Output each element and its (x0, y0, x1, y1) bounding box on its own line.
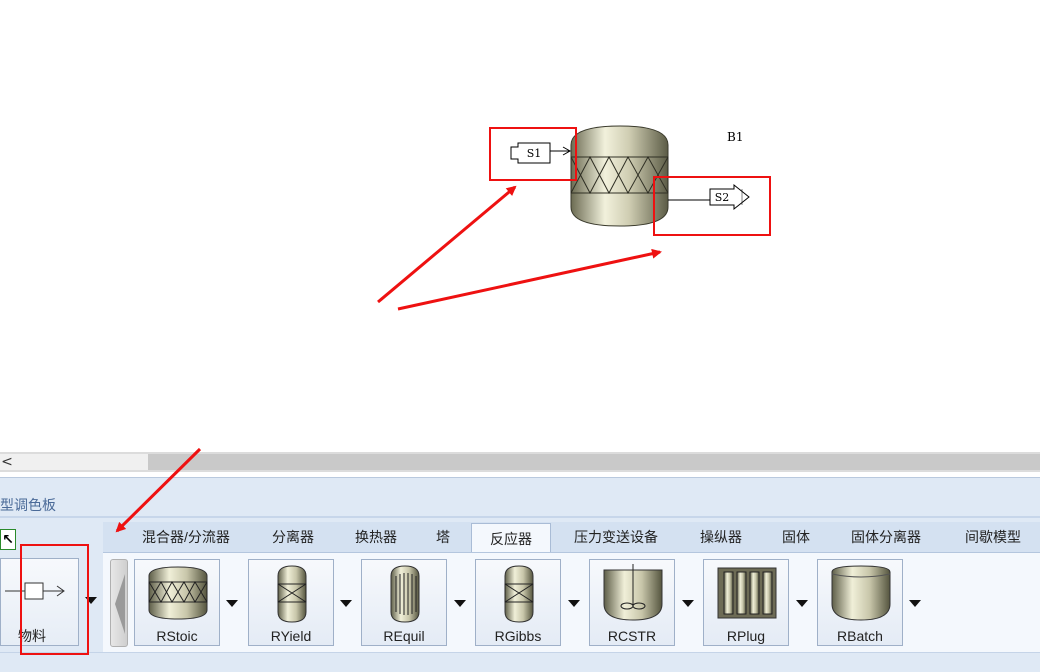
rbatch-button[interactable]: RBatch (817, 559, 903, 646)
requil-dropdown-icon[interactable] (454, 600, 466, 607)
palette-tabs: 混合器/分流器 分离器 换热器 塔 反应器 压力变送设备 操纵器 固体 固体分离… (103, 522, 1040, 553)
rcstr-label: RCSTR (607, 628, 657, 644)
pointer-select-icon[interactable]: ↖ (0, 529, 16, 550)
requil-label: REquil (383, 628, 425, 644)
rcstr-reactor-icon (603, 564, 663, 621)
palette-divider (0, 516, 1040, 518)
tab-columns[interactable]: 塔 (425, 522, 461, 552)
tab-manipulators[interactable]: 操纵器 (689, 522, 753, 552)
rgibbs-button[interactable]: RGibbs (475, 559, 561, 646)
model-palette: 模型调色板 ↖ 物料 混合器/分流器 分离器 换热器 塔 反应器 压力变送设备 … (0, 477, 1040, 672)
palette-scroll-left-button[interactable] (110, 559, 128, 647)
rstoic-button[interactable]: RStoic (134, 559, 220, 646)
tab-reactors[interactable]: 反应器 (471, 523, 551, 553)
ryield-dropdown-icon[interactable] (340, 600, 352, 607)
tab-pressure-changers[interactable]: 压力变送设备 (563, 522, 669, 552)
tab-exchangers[interactable]: 换热器 (344, 522, 408, 552)
tab-separators[interactable]: 分离器 (261, 522, 325, 552)
rbatch-reactor-icon (831, 565, 891, 621)
rbatch-label: RBatch (837, 628, 883, 644)
block-label-b1: B1 (727, 130, 744, 144)
rgibbs-label: RGibbs (494, 628, 542, 644)
ryield-reactor-icon (277, 565, 307, 623)
rgibbs-reactor-icon (504, 565, 534, 623)
highlight-box-s1 (489, 127, 577, 181)
scrollbar-thumb[interactable] (0, 454, 148, 470)
chevron-left-icon (115, 574, 125, 634)
highlight-box-s2 (653, 176, 771, 236)
scrollbar-track[interactable] (148, 454, 1040, 470)
tab-batch-models[interactable]: 间歇模型 (953, 522, 1033, 552)
rplug-button[interactable]: RPlug (703, 559, 789, 646)
requil-reactor-icon (390, 565, 420, 623)
rgibbs-dropdown-icon[interactable] (568, 600, 580, 607)
rbatch-dropdown-icon[interactable] (909, 600, 921, 607)
tab-solids-separators[interactable]: 固体分离器 (839, 522, 933, 552)
palette-bottom-strip (0, 652, 1040, 672)
horizontal-scrollbar[interactable]: < (0, 452, 1040, 472)
flowsheet-drawing: S1 S2 (510, 125, 750, 227)
scroll-left-arrow[interactable]: < (0, 452, 14, 472)
highlight-box-material (20, 544, 89, 655)
tab-mixers-splitters[interactable]: 混合器/分流器 (131, 522, 241, 552)
rcstr-dropdown-icon[interactable] (682, 600, 694, 607)
rplug-dropdown-icon[interactable] (796, 600, 808, 607)
rcstr-button[interactable]: RCSTR (589, 559, 675, 646)
flowsheet-canvas[interactable]: S1 S2 B1 (0, 0, 1040, 452)
tab-solids[interactable]: 固体 (773, 522, 819, 552)
rstoic-dropdown-icon[interactable] (226, 600, 238, 607)
requil-button[interactable]: REquil (361, 559, 447, 646)
rplug-label: RPlug (726, 628, 766, 644)
rstoic-reactor-icon (148, 566, 208, 620)
ryield-button[interactable]: RYield (248, 559, 334, 646)
ryield-label: RYield (270, 628, 312, 644)
palette-title: 模型调色板 (0, 497, 56, 513)
rplug-reactor-icon (717, 567, 777, 619)
rstoic-label: RStoic (156, 628, 198, 644)
